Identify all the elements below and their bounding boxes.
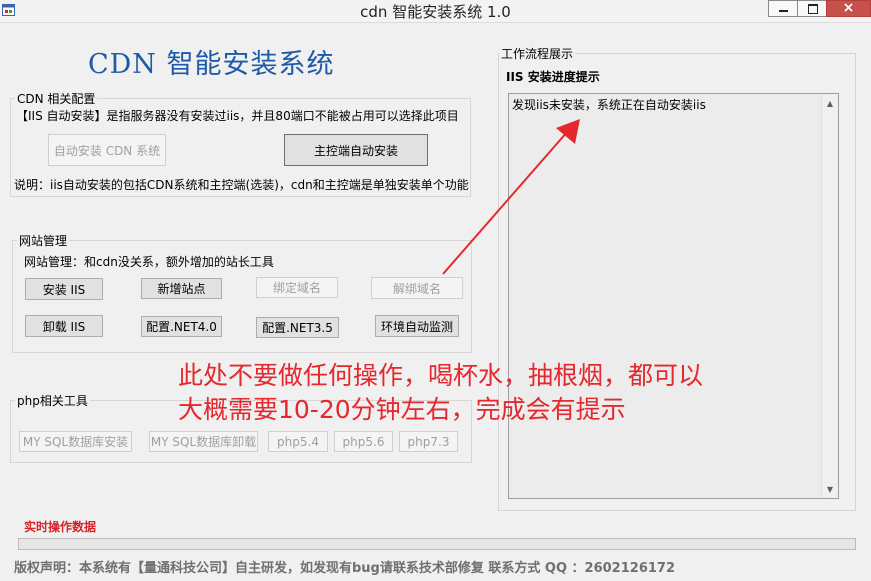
progress-bar xyxy=(18,538,856,550)
overlay-note-line2: 大概需要10-20分钟左右，完成会有提示 xyxy=(178,395,626,424)
annotation-arrow xyxy=(442,119,580,275)
overlay-note-line1: 此处不要做任何操作，喝杯水，抽根烟，都可以 xyxy=(178,361,704,390)
copyright-text: 版权声明：本系统有【量通科技公司】自主研发，如发现有bug请联系技术部修复 联系… xyxy=(14,561,676,576)
realtime-status-label: 实时操作数据 xyxy=(24,520,97,534)
